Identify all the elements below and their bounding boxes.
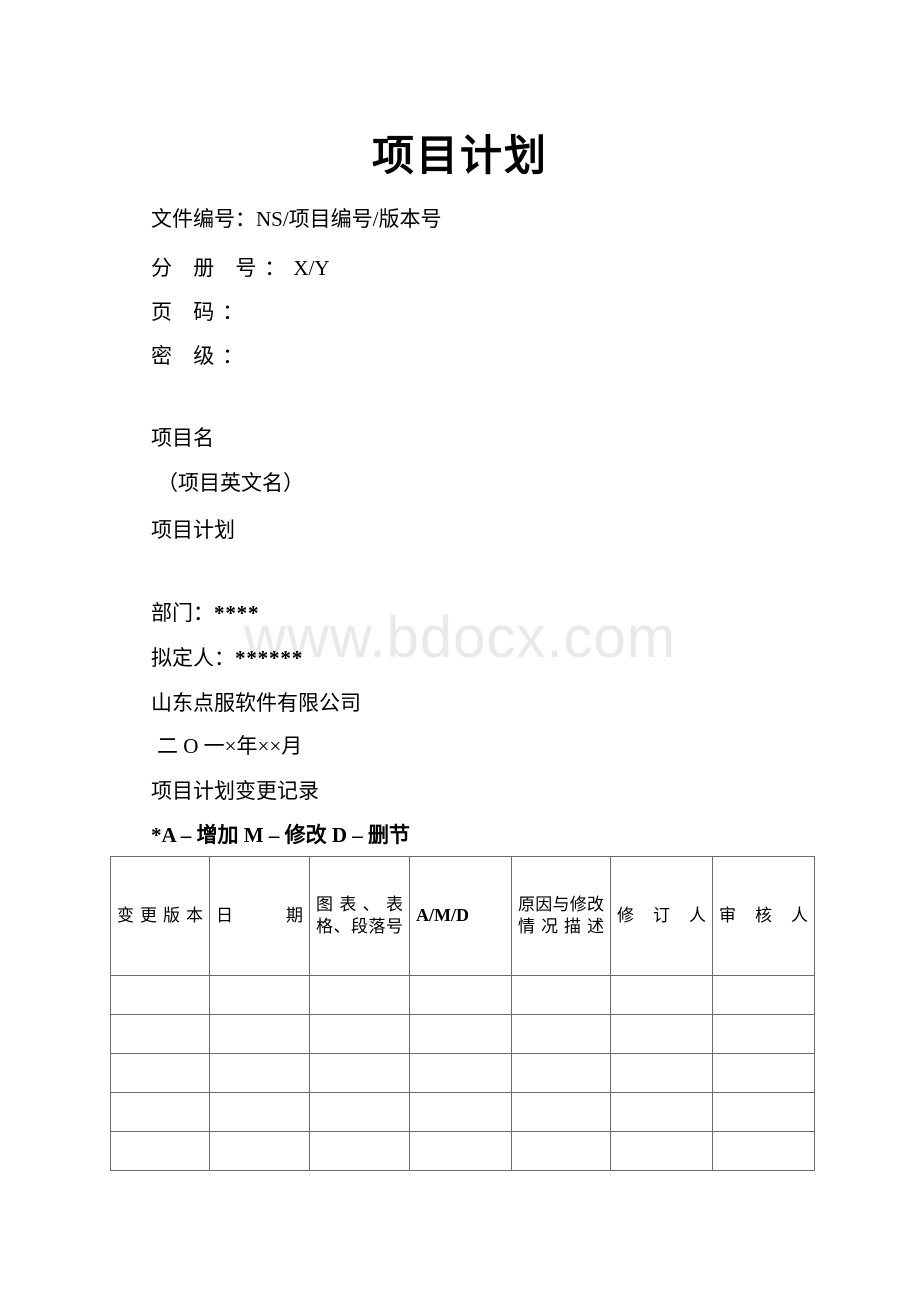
- column-header-version: 变更版本: [110, 856, 210, 976]
- table-cell[interactable]: [309, 1053, 410, 1093]
- table-cell[interactable]: [309, 975, 410, 1015]
- field-author: 拟定人：******: [151, 645, 303, 671]
- table-cell[interactable]: [712, 975, 815, 1015]
- field-volume-number-value: X/Y: [293, 256, 330, 280]
- table-cell[interactable]: [110, 1131, 210, 1171]
- cover-doc-type: 项目计划: [151, 518, 235, 542]
- field-page-number: 页 码：: [151, 299, 251, 325]
- table-cell[interactable]: [511, 1092, 611, 1132]
- column-header-approver: 审核人: [712, 856, 815, 976]
- table-body: [110, 975, 815, 1171]
- field-volume-number: 分 册 号：X/Y: [151, 255, 330, 281]
- field-department-label: 部门：: [151, 601, 214, 625]
- company-name: 山东点服软件有限公司: [151, 691, 361, 715]
- field-security-level-label: 密 级：: [151, 344, 252, 368]
- change-record-table: 变更版本 日期 图表、表格、段落号 A/M/D 原因与修改情况描述 修订人 审核…: [110, 856, 815, 1171]
- page-title: 项目计划: [371, 134, 548, 180]
- field-file-number: 文件编号：NS/项目编号/版本号: [151, 206, 442, 232]
- legend-change-codes: *A – 增加 M – 修改 D – 删节: [151, 823, 410, 847]
- table-header-row: 变更版本 日期 图表、表格、段落号 A/M/D 原因与修改情况描述 修订人 审核…: [110, 856, 815, 976]
- table-cell[interactable]: [409, 1092, 512, 1132]
- table-cell[interactable]: [110, 1053, 210, 1093]
- table-row: [110, 1092, 815, 1132]
- field-author-label: 拟定人：: [151, 646, 235, 670]
- field-page-number-label: 页 码：: [151, 300, 252, 324]
- watermark-text: www.bdocx.com: [243, 605, 677, 670]
- table-cell[interactable]: [209, 1131, 310, 1171]
- table-cell[interactable]: [610, 1053, 713, 1093]
- table-row: [110, 975, 815, 1015]
- table-header: 变更版本 日期 图表、表格、段落号 A/M/D 原因与修改情况描述 修订人 审核…: [110, 856, 815, 976]
- field-security-level: 密 级：: [151, 343, 251, 369]
- table-row: [110, 1014, 815, 1054]
- table-cell[interactable]: [610, 1092, 713, 1132]
- table-cell[interactable]: [409, 975, 512, 1015]
- table-cell[interactable]: [511, 975, 611, 1015]
- field-file-number-label: 文件编号：: [151, 207, 256, 231]
- table-cell[interactable]: [712, 1014, 815, 1054]
- table-row: [110, 1131, 815, 1171]
- table-cell[interactable]: [110, 975, 210, 1015]
- table-cell[interactable]: [610, 975, 713, 1015]
- field-file-number-value: NS/项目编号/版本号: [256, 207, 442, 231]
- cover-project-name: 项目名: [151, 426, 214, 450]
- table-cell[interactable]: [511, 1131, 611, 1171]
- table-cell[interactable]: [409, 1014, 512, 1054]
- table-cell[interactable]: [110, 1014, 210, 1054]
- table-cell[interactable]: [409, 1131, 512, 1171]
- table-cell[interactable]: [712, 1131, 815, 1171]
- cover-project-english-name: （项目英文名）: [157, 471, 304, 495]
- document-date: 二 O 一×年××月: [157, 734, 303, 758]
- field-volume-number-label: 分 册 号：: [151, 256, 294, 280]
- table-row: [110, 1053, 815, 1093]
- section-heading-change-log: 项目计划变更记录: [151, 779, 319, 803]
- column-header-amd: A/M/D: [409, 856, 512, 976]
- table-cell[interactable]: [409, 1053, 512, 1093]
- table-cell[interactable]: [209, 1014, 310, 1054]
- table-cell[interactable]: [309, 1092, 410, 1132]
- column-header-reason-description: 原因与修改情况描述: [511, 856, 611, 976]
- column-header-reviser: 修订人: [610, 856, 713, 976]
- table-cell[interactable]: [511, 1053, 611, 1093]
- field-author-value: ******: [235, 646, 304, 670]
- table-cell[interactable]: [110, 1092, 210, 1132]
- table-cell[interactable]: [511, 1014, 611, 1054]
- table-cell[interactable]: [209, 1092, 310, 1132]
- column-header-date: 日期: [209, 856, 310, 976]
- table-cell[interactable]: [309, 1131, 410, 1171]
- table-cell[interactable]: [209, 1053, 310, 1093]
- table-cell[interactable]: [610, 1131, 713, 1171]
- table-cell[interactable]: [309, 1014, 410, 1054]
- column-header-figure-table-paragraph: 图表、表格、段落号: [309, 856, 410, 976]
- table-cell[interactable]: [712, 1092, 815, 1132]
- table-cell[interactable]: [209, 975, 310, 1015]
- table-cell[interactable]: [712, 1053, 815, 1093]
- table-cell[interactable]: [610, 1014, 713, 1054]
- document-page: www.bdocx.com 项目计划 文件编号：NS/项目编号/版本号 分 册 …: [0, 0, 920, 1302]
- field-department: 部门：****: [151, 600, 259, 626]
- field-department-value: ****: [214, 601, 260, 625]
